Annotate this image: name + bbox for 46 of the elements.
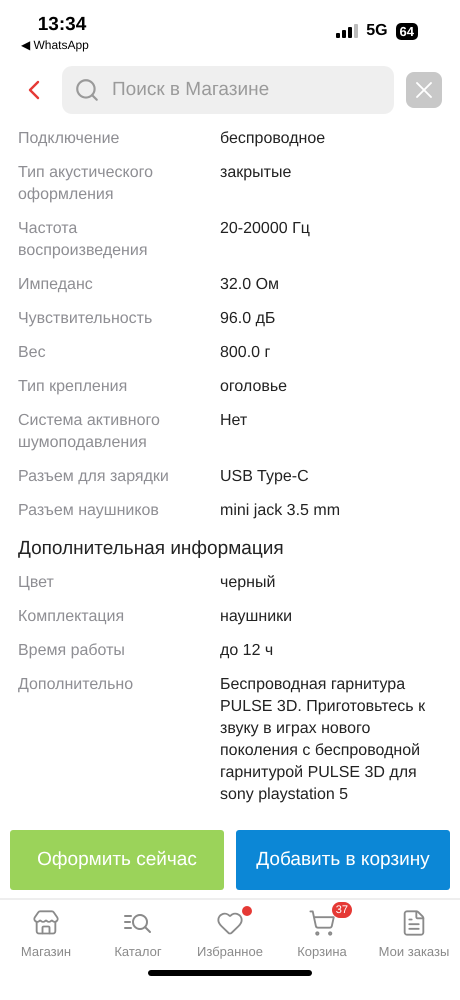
nav-tab[interactable]: Магазин <box>1 900 91 970</box>
battery-level: 64 <box>396 22 418 40</box>
spec-value: mini jack 3.5 mm <box>220 501 342 521</box>
nav-tab[interactable]: Мои заказы <box>369 900 459 970</box>
spec-label: Тип акустического оформления <box>18 163 154 205</box>
spec-value: 800.0 г <box>220 343 272 363</box>
signal-icon <box>336 24 358 38</box>
spec-label: Дополнительно <box>18 675 134 695</box>
cart-icon <box>308 909 336 937</box>
spec-value: черный <box>220 573 276 593</box>
spec-value: 20-20000 Гц <box>220 219 311 239</box>
spec-label: Цвет <box>18 573 55 593</box>
spec-value: беспроводное <box>220 129 326 149</box>
nav-tab[interactable]: Избранное <box>185 900 275 970</box>
nav-tab[interactable]: Каталог <box>93 900 183 970</box>
spec-label: Подключение <box>18 129 120 149</box>
status-time: 13:34 <box>38 14 86 36</box>
spec-value: Беспроводная гарнитура PULSE 3D. Приготовьтесь к звуку в играх нового поколения с беспроводной гарнитурой PULSE 3D для sony playstation 5 <box>220 675 426 805</box>
spec-value: 32.0 Ом <box>220 275 280 295</box>
spec-value: до 12 ч <box>220 641 274 661</box>
spec-value: Нет <box>220 411 248 431</box>
spec-value: наушники <box>220 607 294 627</box>
spec-label: Импеданс <box>18 275 94 295</box>
spec-label: Вес <box>18 343 47 363</box>
search-field[interactable]: Поиск в Магазине <box>62 66 394 114</box>
count-badge: 37 <box>332 902 352 918</box>
spec-value: закрытые <box>220 163 292 183</box>
spec-value: оголовье <box>220 377 288 397</box>
section-heading: Дополнительная информация <box>18 538 284 559</box>
spec-label: Система активного шумоподавления <box>18 411 161 453</box>
search-icon <box>74 77 100 103</box>
checkout-button[interactable]: Оформить сейчас <box>10 830 224 890</box>
network-label: 5G <box>366 21 388 41</box>
spec-label: Тип крепления <box>18 377 128 397</box>
spec-label: Разъем для зарядки <box>18 467 170 487</box>
add-to-cart-button[interactable]: Добавить в корзину <box>236 830 450 890</box>
spec-label: Чувствительность <box>18 309 154 329</box>
spec-label: Комплектация <box>18 607 126 627</box>
store-icon <box>32 909 60 937</box>
nav-tab[interactable]: 37 Корзина <box>277 900 367 970</box>
spec-label: Частота воспроизведения <box>18 219 148 261</box>
spec-label: Разъем наушников <box>18 501 160 521</box>
spec-value: USB Type-C <box>220 467 310 487</box>
back-to-app-link[interactable]: ◀ WhatsApp <box>21 36 89 54</box>
spec-label: Время работы <box>18 641 126 661</box>
spec-value: 96.0 дБ <box>220 309 276 329</box>
